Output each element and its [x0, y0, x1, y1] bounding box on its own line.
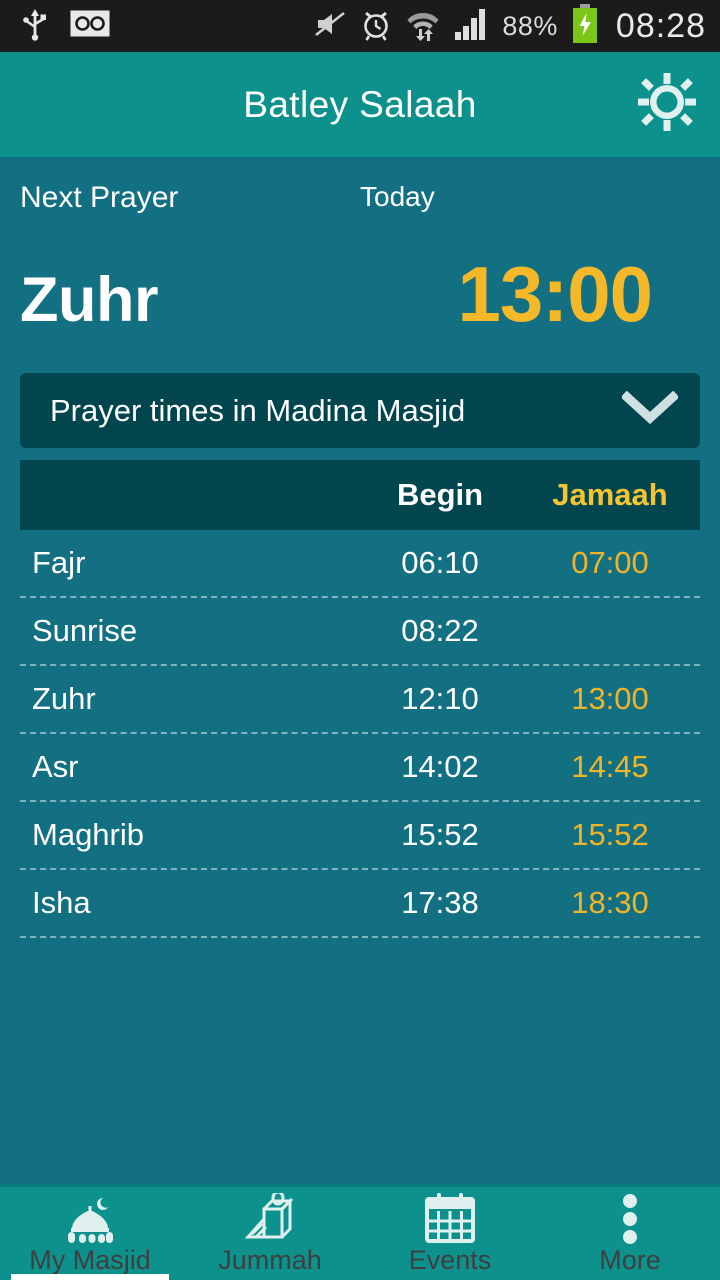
chevron-down-icon [620, 390, 680, 430]
header-begin: Begin [396, 477, 484, 513]
status-bar-right-icons: 88% 08:28 [314, 3, 706, 49]
wifi-icon [406, 7, 440, 46]
cell-prayer-name: Maghrib [32, 817, 144, 853]
app-bar: Batley Salaah [0, 52, 720, 157]
cell-jamaah-time: 18:30 [571, 885, 649, 921]
table-header-row: Begin Jamaah [20, 460, 700, 531]
tab-my-masjid[interactable]: My Masjid [0, 1187, 180, 1280]
cell-begin-time: 14:02 [401, 749, 479, 785]
tab-more[interactable]: More [540, 1187, 720, 1280]
cell-prayer-name: Sunrise [32, 613, 138, 649]
next-prayer-name: Zuhr [20, 265, 158, 336]
next-prayer-label: Next Prayer [20, 181, 179, 214]
masjid-selector-label: Prayer times in Madina Masjid [50, 392, 466, 428]
table-row: Isha 17:38 18:30 [20, 870, 700, 939]
next-prayer-section: Next Prayer Today Zuhr 13:00 [0, 157, 720, 338]
alarm-icon [360, 7, 392, 46]
tab-label: More [599, 1245, 661, 1275]
cell-jamaah-time: 14:45 [571, 749, 649, 785]
cell-prayer-name: Fajr [32, 545, 86, 581]
tab-label: My Masjid [29, 1245, 151, 1275]
tab-label: Jummah [218, 1245, 322, 1275]
table-row: Maghrib 15:52 15:52 [20, 802, 700, 871]
signal-icon [454, 8, 488, 45]
table-row: Zuhr 12:10 13:00 [20, 666, 700, 735]
page-title: Batley Salaah [243, 83, 477, 125]
cell-prayer-name: Asr [32, 749, 79, 785]
table-row: Sunrise 08:22 [20, 598, 700, 667]
active-tab-indicator [10, 1274, 170, 1280]
cell-jamaah-time: 07:00 [571, 545, 649, 581]
tab-events[interactable]: Events [360, 1187, 540, 1280]
status-bar: 88% 08:28 [0, 0, 720, 52]
status-bar-left-icons [22, 7, 110, 46]
bottom-navigation-bar: My Masjid Jummah Events More [0, 1184, 720, 1280]
mosque-icon [58, 1195, 122, 1243]
tab-jummah[interactable]: Jummah [180, 1187, 360, 1280]
battery-percent-label: 88% [502, 10, 558, 41]
cell-begin-time: 15:52 [401, 817, 479, 853]
cell-prayer-name: Isha [32, 885, 91, 921]
today-label: Today [360, 181, 435, 212]
cell-jamaah-time: 15:52 [571, 817, 649, 853]
usb-icon [22, 7, 48, 46]
more-dots-icon [620, 1194, 640, 1244]
settings-button[interactable] [636, 73, 698, 136]
mute-icon [314, 8, 346, 45]
header-jamaah: Jamaah [552, 477, 668, 513]
next-prayer-labels: Next Prayer Today [20, 181, 700, 215]
table-row: Asr 14:02 14:45 [20, 734, 700, 803]
status-clock: 08:28 [615, 6, 706, 45]
cell-jamaah-time: 13:00 [571, 681, 649, 717]
cell-begin-time: 08:22 [401, 613, 479, 649]
voicemail-icon [70, 10, 110, 42]
gear-icon [638, 73, 696, 136]
cell-begin-time: 17:38 [401, 885, 479, 921]
cell-prayer-name: Zuhr [32, 681, 96, 717]
calendar-icon [424, 1193, 476, 1243]
cell-begin-time: 06:10 [401, 545, 479, 581]
battery-charging-icon [572, 3, 598, 49]
next-prayer-time: 13:00 [457, 250, 653, 338]
prayer-times-table: Begin Jamaah Fajr 06:10 07:00 Sunrise 08… [20, 460, 700, 939]
minbar-icon [238, 1193, 302, 1243]
tab-label: Events [408, 1245, 492, 1275]
masjid-selector-dropdown[interactable]: Prayer times in Madina Masjid [20, 373, 700, 449]
table-row: Fajr 06:10 07:00 [20, 530, 700, 599]
cell-begin-time: 12:10 [401, 681, 479, 717]
next-prayer-values: Zuhr 13:00 [20, 250, 700, 338]
